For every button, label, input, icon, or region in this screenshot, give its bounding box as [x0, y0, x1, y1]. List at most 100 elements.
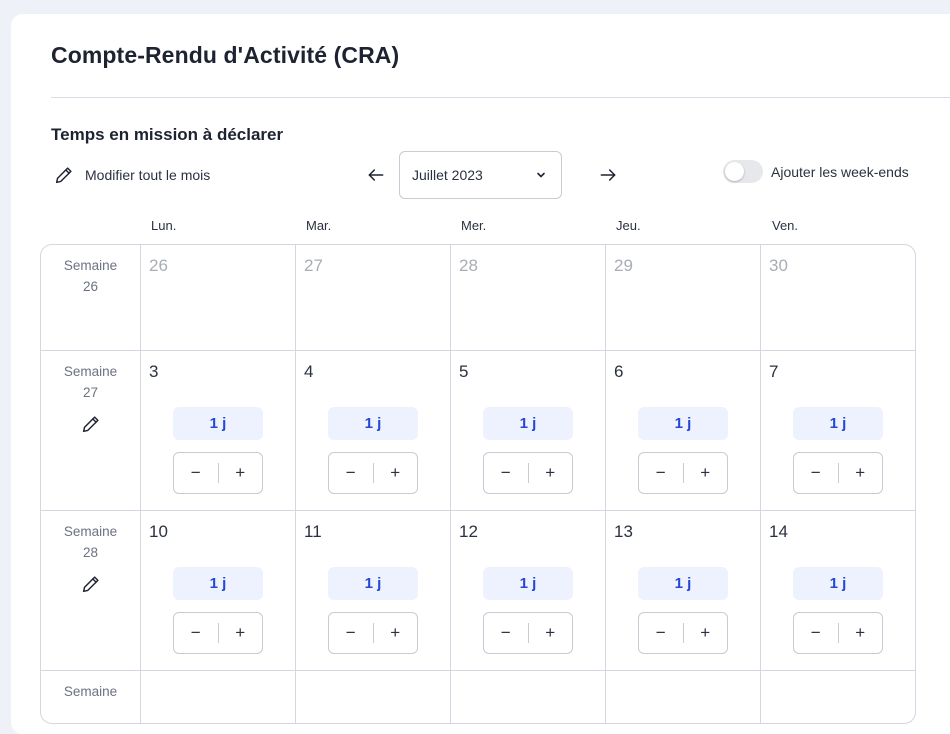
day-cell: 5 1 j − + [450, 351, 605, 510]
arrow-left-icon [366, 165, 386, 185]
increment-button[interactable]: + [374, 613, 418, 653]
day-number: 7 [769, 362, 779, 381]
day-cell [605, 671, 760, 723]
day-number: 6 [614, 362, 624, 381]
next-month-button[interactable] [596, 163, 620, 187]
decrement-button[interactable]: − [329, 453, 373, 493]
day-cell [295, 671, 450, 723]
week-label-text: Semaine [63, 524, 118, 539]
day-value-badge[interactable]: 1 j [483, 567, 573, 600]
day-value-badge[interactable]: 1 j [173, 567, 263, 600]
increment-button[interactable]: + [684, 453, 728, 493]
week-label-text: Semaine [63, 684, 118, 699]
day-cell: 3 1 j − + [140, 351, 295, 510]
day-number: 4 [304, 362, 314, 381]
weekend-toggle-knob [725, 162, 744, 181]
decrement-button[interactable]: − [794, 453, 838, 493]
week-label: Semaine [41, 671, 140, 723]
increment-button[interactable]: + [839, 613, 883, 653]
day-cell: 29 [605, 245, 760, 350]
pencil-icon [53, 164, 75, 186]
day-cell [450, 671, 605, 723]
decrement-button[interactable]: − [174, 453, 218, 493]
day-number: 28 [459, 256, 478, 275]
increment-button[interactable]: + [529, 453, 573, 493]
decrement-button[interactable]: − [484, 613, 528, 653]
day-value-badge[interactable]: 1 j [638, 407, 728, 440]
increment-button[interactable]: + [219, 613, 263, 653]
arrow-right-icon [598, 165, 618, 185]
page-title: Compte-Rendu d'Activité (CRA) [51, 42, 400, 68]
day-cell: 7 1 j − + [760, 351, 915, 510]
month-select-value: Juillet 2023 [412, 167, 483, 183]
pencil-icon [80, 573, 102, 595]
decrement-button[interactable]: − [794, 613, 838, 653]
quantity-stepper: − + [793, 612, 883, 654]
week-row: Semaine 27 3 1 j − + 4 1 j − + 5 1 j − +… [41, 351, 915, 511]
quantity-stepper: − + [483, 612, 573, 654]
chevron-down-icon [535, 169, 547, 181]
day-header-thu: Jeu. [616, 218, 641, 233]
decrement-button[interactable]: − [639, 613, 683, 653]
day-cell: 30 [760, 245, 915, 350]
title-divider [51, 97, 950, 98]
day-cell: 4 1 j − + [295, 351, 450, 510]
increment-button[interactable]: + [684, 613, 728, 653]
week-label: Semaine 27 [41, 351, 140, 510]
day-number: 5 [459, 362, 469, 381]
day-value-badge[interactable]: 1 j [793, 407, 883, 440]
day-cell [760, 671, 915, 723]
quantity-stepper: − + [638, 452, 728, 494]
week-row: Semaine [41, 671, 915, 723]
day-cell: 28 [450, 245, 605, 350]
calendar-grid: Semaine 26 26 27 28 29 30 Semaine 27 3 1… [40, 244, 916, 724]
day-value-badge[interactable]: 1 j [483, 407, 573, 440]
week-label-text: Semaine [63, 258, 118, 273]
increment-button[interactable]: + [839, 453, 883, 493]
decrement-button[interactable]: − [329, 613, 373, 653]
day-value-badge[interactable]: 1 j [328, 407, 418, 440]
day-cell: 26 [140, 245, 295, 350]
day-number: 13 [614, 522, 633, 541]
increment-button[interactable]: + [529, 613, 573, 653]
day-cell: 11 1 j − + [295, 511, 450, 670]
decrement-button[interactable]: − [639, 453, 683, 493]
day-number: 30 [769, 256, 788, 275]
day-value-badge[interactable]: 1 j [173, 407, 263, 440]
edit-week-button[interactable] [41, 573, 140, 595]
day-cell [140, 671, 295, 723]
day-cell: 14 1 j − + [760, 511, 915, 670]
weekend-toggle[interactable]: Ajouter les week-ends [723, 160, 909, 183]
edit-month-button[interactable]: Modifier tout le mois [53, 164, 210, 186]
day-header-fri: Ven. [772, 218, 799, 233]
day-cell: 6 1 j − + [605, 351, 760, 510]
increment-button[interactable]: + [219, 453, 263, 493]
day-number: 14 [769, 522, 788, 541]
edit-month-label: Modifier tout le mois [85, 167, 211, 183]
quantity-stepper: − + [638, 612, 728, 654]
day-value-badge[interactable]: 1 j [638, 567, 728, 600]
day-number: 3 [149, 362, 159, 381]
day-value-badge[interactable]: 1 j [793, 567, 883, 600]
day-number: 12 [459, 522, 478, 541]
week-row: Semaine 28 10 1 j − + 11 1 j − + 12 1 j … [41, 511, 915, 671]
pencil-icon [80, 413, 102, 435]
decrement-button[interactable]: − [174, 613, 218, 653]
section-title: Temps en mission à déclarer [51, 125, 284, 144]
weekend-toggle-label: Ajouter les week-ends [771, 163, 909, 180]
day-cell: 27 [295, 245, 450, 350]
day-number: 29 [614, 256, 633, 275]
increment-button[interactable]: + [374, 453, 418, 493]
week-label: Semaine 26 [41, 245, 140, 350]
quantity-stepper: − + [328, 452, 418, 494]
day-cell: 12 1 j − + [450, 511, 605, 670]
month-select[interactable]: Juillet 2023 [399, 151, 562, 199]
week-label: Semaine 28 [41, 511, 140, 670]
day-value-badge[interactable]: 1 j [328, 567, 418, 600]
weekend-toggle-switch[interactable] [723, 160, 763, 183]
quantity-stepper: − + [793, 452, 883, 494]
prev-month-button[interactable] [364, 163, 388, 187]
edit-week-button[interactable] [41, 413, 140, 435]
quantity-stepper: − + [173, 612, 263, 654]
decrement-button[interactable]: − [484, 453, 528, 493]
